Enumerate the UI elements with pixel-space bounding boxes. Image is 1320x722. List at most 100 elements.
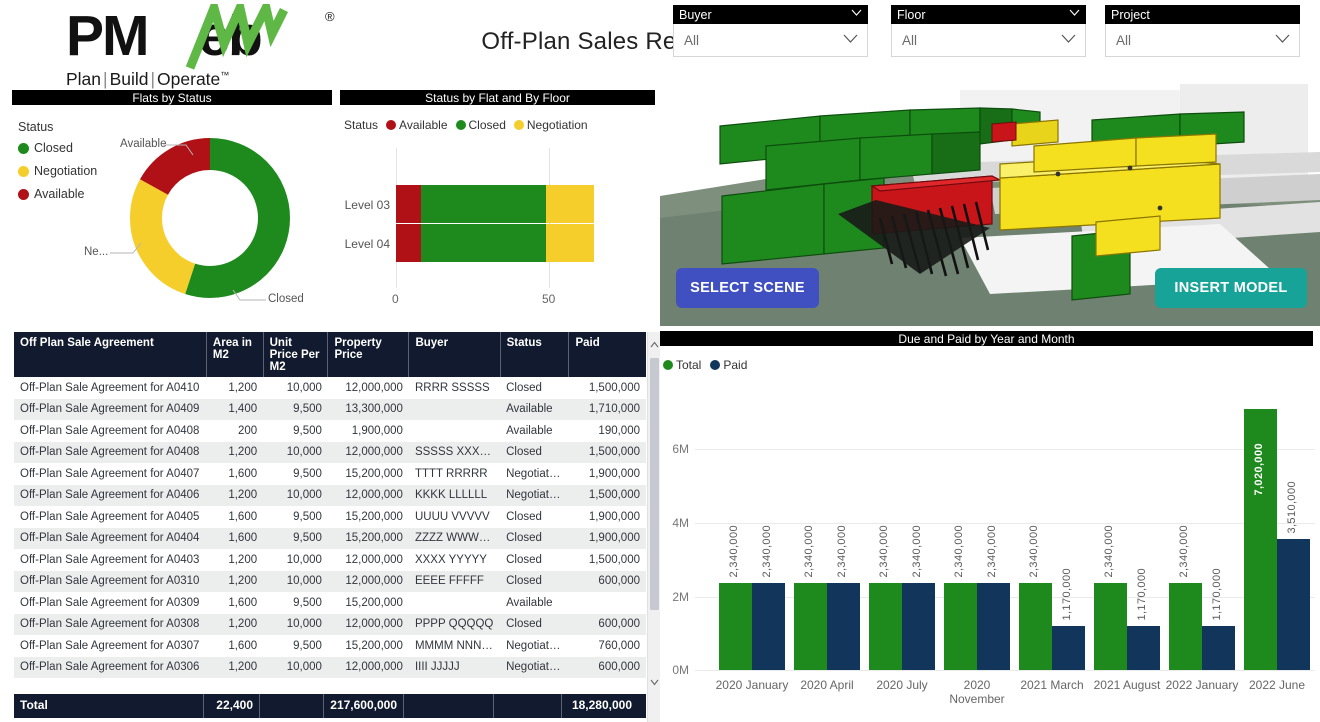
table-row[interactable]: Off-Plan Sale Agreement for A0309 1,600 … [14,592,646,614]
table-row[interactable]: Off-Plan Sale Agreement for A0404 1,600 … [14,527,646,549]
slicer-project-dropdown[interactable]: All [1105,24,1300,57]
column-header-buyer[interactable]: Buyer [408,332,501,377]
cell-agreement: Off-Plan Sale Agreement for A0309 [20,596,200,609]
slicer-project[interactable]: Project All [1105,5,1300,57]
stackbar-segment-available[interactable] [396,224,421,262]
table-row[interactable]: Off-Plan Sale Agreement for A0308 1,200 … [14,613,646,635]
cell-unit-price: 9,500 [293,510,322,523]
column-header-agreement[interactable]: Off Plan Sale Agreement [14,332,207,377]
donut-legend-available[interactable]: Available [18,187,85,201]
cell-area: 1,600 [228,596,258,609]
table-row[interactable]: Off-Plan Sale Agreement for A0408 200 9,… [14,420,646,442]
cell-unit-price: 9,500 [293,424,322,437]
off-plan-sale-agreements-table[interactable]: Off Plan Sale Agreement Area in M2 Unit … [14,332,660,722]
colchart-xtick-2022-june: 2022 June [1248,678,1306,692]
cell-status: Available [506,596,553,609]
bar-total[interactable] [794,583,827,670]
bar-paid[interactable] [752,583,785,670]
cell-unit-price: 9,500 [263,527,328,549]
chevron-down-icon[interactable] [1061,34,1076,44]
table-row[interactable]: Off-Plan Sale Agreement for A0406 1,200 … [14,484,646,506]
bar-label-paid: 2,340,000 [911,525,923,578]
donut-legend-negotiation-label: Negotiation [34,164,98,178]
bim-model-viewer[interactable]: SELECT SCENE INSERT MODEL [660,68,1320,326]
slicer-buyer-header[interactable]: Buyer [673,5,868,24]
table-row[interactable]: Off-Plan Sale Agreement for A0307 1,600 … [14,635,646,657]
column-header-paid[interactable]: Paid [568,332,646,377]
slicer-floor-dropdown[interactable]: All [891,24,1086,57]
stackbar-segment-available[interactable] [396,185,421,223]
donut-graphic[interactable] [120,128,300,308]
cell-agreement: Off-Plan Sale Agreement for A0306 [14,656,207,678]
cell-status: Negotiation [500,656,569,678]
bar-label-paid: 3,510,000 [1286,481,1298,534]
cell-property-price: 15,200,000 [345,467,403,480]
cell-buyer: SSSSS XXXXXX [408,441,501,463]
bar-total[interactable] [1094,583,1127,670]
slicer-project-header[interactable]: Project [1105,5,1300,24]
stackbar-segment-negotiation[interactable] [546,224,594,262]
table-row[interactable]: Off-Plan Sale Agreement for A0409 1,400 … [14,398,646,420]
flats-by-status-chart: Status Closed Negotiation Available Avai… [0,110,332,325]
slicer-floor[interactable]: Floor All [891,5,1086,57]
cell-buyer: MMMM NNNNN [414,639,498,652]
bar-paid[interactable] [1202,626,1235,670]
donut-callout-available: Available [120,138,167,150]
insert-model-button[interactable]: INSERT MODEL [1155,268,1307,308]
chevron-down-icon[interactable] [843,34,858,44]
slicer-floor-header[interactable]: Floor [891,5,1086,24]
bar-total[interactable] [719,583,752,670]
cell-area: 1,600 [206,527,264,549]
column-header-status[interactable]: Status [500,332,570,377]
donut-legend-available-label: Available [34,187,85,201]
table-row[interactable]: Off-Plan Sale Agreement for A0306 1,200 … [14,656,646,678]
stackbar-legend-negotiation[interactable]: Negotiation [513,118,588,132]
bar-paid[interactable] [1052,626,1085,670]
table-row[interactable]: Off-Plan Sale Agreement for A0410 1,200 … [14,377,646,399]
table-row[interactable]: Off-Plan Sale Agreement for A0408 1,200 … [14,441,646,463]
cell-area: 1,600 [228,510,258,523]
column-header-area[interactable]: Area in M2 [206,332,264,377]
stackbar-segment-negotiation[interactable] [546,185,594,223]
bar-paid[interactable] [1277,539,1310,670]
donut-legend-closed[interactable]: Closed [18,141,73,155]
stackbar-legend-closed[interactable]: Closed [455,118,506,132]
bar-total[interactable] [944,583,977,670]
stackbar-segment-closed[interactable] [421,224,546,262]
cell-unit-price: 10,000 [263,613,328,635]
stackbar-segment-closed[interactable] [421,185,546,223]
bar-total[interactable] [869,583,902,670]
cell-unit-price: 10,000 [263,570,328,592]
chevron-down-icon[interactable] [1275,34,1290,44]
chevron-down-icon[interactable] [851,9,862,17]
cell-status: Available [500,398,569,420]
bar-total[interactable] [1169,583,1202,670]
table-row[interactable]: Off-Plan Sale Agreement for A0405 1,600 … [14,506,646,528]
stackbar-row-level-04[interactable] [396,224,594,262]
bar-paid[interactable] [827,583,860,670]
logo-wordmark: PMWeb ® [66,4,366,70]
slicer-buyer-dropdown[interactable]: All [673,24,868,57]
bar-paid[interactable] [1127,626,1160,670]
table-row[interactable]: Off-Plan Sale Agreement for A0407 1,600 … [14,463,646,485]
column-header-unit-price[interactable]: Unit Price Per M2 [263,332,329,377]
bar-paid[interactable] [977,583,1010,670]
slicer-buyer[interactable]: Buyer All [673,5,868,57]
cell-buyer: RRRR SSSSS [414,381,490,394]
cell-area: 1,200 [228,553,258,566]
cell-property-price: 1,900,000 [351,424,403,437]
bar-total[interactable] [1019,583,1052,670]
column-header-property-price[interactable]: Property Price [327,332,410,377]
table-row[interactable]: Off-Plan Sale Agreement for A0310 1,200 … [14,570,646,592]
stackbar-row-level-03[interactable] [396,185,594,223]
cell-status: Closed [500,613,569,635]
select-scene-button[interactable]: SELECT SCENE [676,268,819,308]
cell-paid: 1,900,000 [588,467,640,480]
chevron-down-icon[interactable] [1069,9,1080,17]
tagline-operate: Operate [157,69,221,89]
bar-paid[interactable] [902,583,935,670]
table-row[interactable]: Off-Plan Sale Agreement for A0403 1,200 … [14,549,646,571]
donut-legend-negotiation[interactable]: Negotiation [18,164,97,178]
stackbar-legend-available[interactable]: Available [386,118,448,132]
bar-label-total: 2,340,000 [1103,525,1115,578]
